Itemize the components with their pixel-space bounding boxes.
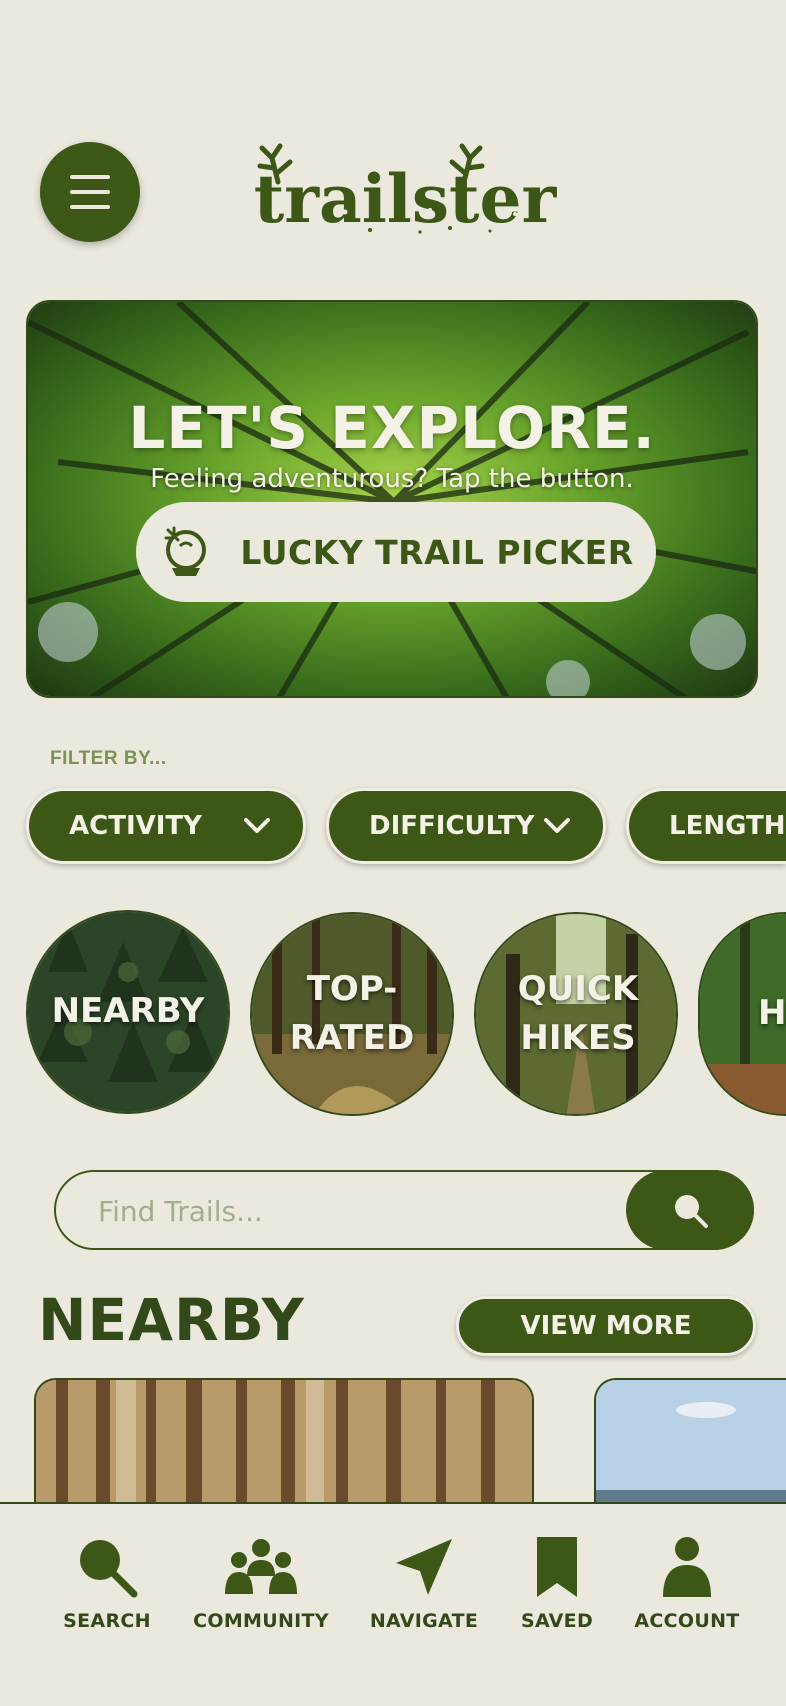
section-title: NEARBY bbox=[38, 1286, 305, 1354]
category-nearby-label: NEARBY bbox=[51, 991, 205, 1032]
search-icon bbox=[675, 1195, 708, 1228]
search-input[interactable] bbox=[96, 1186, 640, 1236]
view-more-button[interactable]: VIEW MORE bbox=[456, 1296, 756, 1356]
svg-text:trailster: trailster bbox=[254, 160, 558, 238]
category-quick-hikes-label: QUICK HIKES bbox=[517, 968, 639, 1058]
account-icon bbox=[663, 1537, 711, 1597]
menu-icon-bar bbox=[70, 175, 110, 179]
nav-search[interactable]: SEARCH bbox=[32, 1534, 182, 1632]
nav-account[interactable]: ACCOUNT bbox=[612, 1534, 762, 1632]
community-icon bbox=[225, 1539, 297, 1594]
trail-card[interactable] bbox=[594, 1378, 786, 1518]
hero-title: LET'S EXPLORE. bbox=[128, 394, 656, 462]
menu-button[interactable] bbox=[40, 142, 140, 242]
trail-card-image bbox=[36, 1380, 532, 1518]
chevron-down-icon bbox=[544, 818, 570, 833]
filter-activity-label: ACTIVITY bbox=[69, 811, 202, 841]
search-icon bbox=[80, 1540, 138, 1598]
filter-difficulty[interactable]: DIFFICULTY bbox=[326, 788, 606, 864]
nav-community-label: COMMUNITY bbox=[193, 1610, 329, 1632]
category-nearby[interactable]: NEARBY bbox=[26, 910, 230, 1114]
nav-navigate[interactable]: NAVIGATE bbox=[349, 1534, 499, 1632]
filter-activity[interactable]: ACTIVITY bbox=[26, 788, 306, 864]
trail-card[interactable] bbox=[34, 1378, 534, 1518]
app-logo: trailster bbox=[250, 140, 560, 240]
nav-saved[interactable]: SAVED bbox=[482, 1534, 632, 1632]
chevron-down-icon bbox=[244, 818, 270, 833]
bottom-navigation: SEARCH COMMUNITY NAVIGATE SAVED ACCOUNT bbox=[0, 1502, 786, 1706]
nav-search-label: SEARCH bbox=[63, 1610, 151, 1632]
filter-length[interactable]: LENGTH bbox=[626, 788, 786, 864]
nav-account-label: ACCOUNT bbox=[634, 1610, 740, 1632]
category-partial[interactable]: HA bbox=[698, 912, 786, 1116]
category-top-rated-label: TOP-RATED bbox=[289, 968, 415, 1058]
filter-label: FILTER BY... bbox=[50, 748, 167, 769]
menu-icon-bar bbox=[70, 190, 110, 194]
search-bar bbox=[54, 1170, 754, 1250]
bookmark-icon bbox=[537, 1537, 577, 1597]
forest-canopy-image bbox=[28, 302, 756, 696]
nav-saved-label: SAVED bbox=[520, 1610, 594, 1632]
navigate-icon bbox=[396, 1539, 452, 1595]
lucky-trail-picker-button[interactable]: LUCKY TRAIL PICKER bbox=[136, 502, 656, 602]
menu-icon-bar bbox=[70, 205, 110, 209]
filter-length-label: LENGTH bbox=[669, 811, 786, 841]
category-quick-hikes[interactable]: QUICK HIKES bbox=[474, 912, 678, 1116]
nav-community[interactable]: COMMUNITY bbox=[186, 1534, 336, 1632]
trail-card-image bbox=[596, 1380, 786, 1518]
hero-subtitle: Feeling adventurous? Tap the button. bbox=[150, 464, 634, 494]
category-top-rated[interactable]: TOP-RATED bbox=[250, 912, 454, 1116]
nav-navigate-label: NAVIGATE bbox=[369, 1610, 479, 1632]
fortune-ball-icon bbox=[164, 526, 207, 576]
hero-banner: LET'S EXPLORE. Feeling adventurous? Tap … bbox=[26, 300, 758, 698]
lucky-trail-picker-label: LUCKY TRAIL PICKER bbox=[240, 532, 634, 572]
filter-difficulty-label: DIFFICULTY bbox=[369, 811, 535, 841]
search-button[interactable] bbox=[626, 1170, 754, 1250]
category-partial-label: HA bbox=[758, 993, 786, 1034]
